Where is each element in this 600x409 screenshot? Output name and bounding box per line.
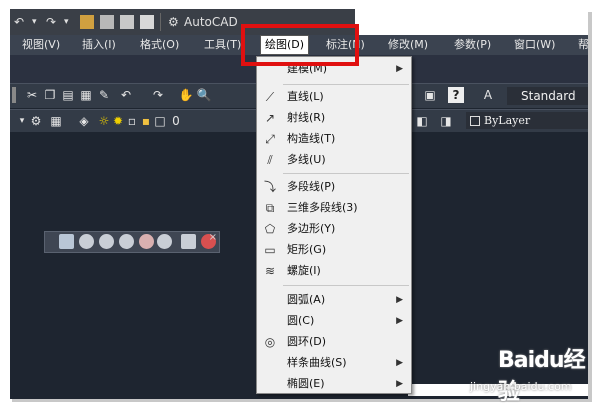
zoom-realtime-icon[interactable]: 🔍: [196, 87, 212, 103]
close-icon[interactable]: ×: [209, 232, 217, 243]
donut-icon: ◎: [264, 335, 276, 349]
menu-item-circle[interactable]: 圆(C) ▶: [257, 311, 411, 331]
paste-icon[interactable]: ▤: [60, 87, 76, 103]
title-bar-blank: [355, 9, 588, 35]
gear-icon[interactable]: ⚙: [168, 13, 179, 31]
menu-item-line[interactable]: ⟋ 直线(L): [257, 87, 411, 107]
floating-3d-toolbar[interactable]: ×: [44, 231, 220, 253]
grip-icon: [12, 87, 16, 103]
menu-item-polygon[interactable]: ⬠ 多边形(Y): [257, 219, 411, 239]
match-layer-icon[interactable]: ◧: [414, 113, 430, 129]
text-style-icon[interactable]: A: [480, 87, 496, 103]
menu-item-donut[interactable]: ◎ 圆环(D): [257, 332, 411, 352]
menu-parametric[interactable]: 参数(P): [454, 35, 491, 55]
free-orbit-icon[interactable]: [99, 234, 114, 249]
xline-icon: ⤢: [265, 132, 275, 146]
redo-icon[interactable]: ↷: [46, 13, 56, 31]
menu-modify[interactable]: 修改(M): [388, 35, 428, 55]
menu-item-3dpoly[interactable]: ⧉ 三维多段线(3): [257, 198, 411, 218]
menu-item-rectangle[interactable]: ▭ 矩形(G): [257, 240, 411, 260]
pan-icon[interactable]: ✋: [178, 87, 194, 103]
watermark-brand: Baidu经验: [498, 348, 586, 405]
toolbar-undo-icon[interactable]: ↶: [118, 87, 134, 103]
linetype-value: ByLayer: [484, 114, 531, 127]
redo-dropdown-icon[interactable]: ▾: [64, 13, 69, 31]
box-icon[interactable]: [181, 234, 196, 249]
submenu-arrow-icon: ▶: [396, 358, 403, 368]
camera-icon[interactable]: [139, 234, 154, 249]
undo-icon[interactable]: ↶: [14, 13, 24, 31]
color-square-icon[interactable]: □: [152, 113, 168, 129]
menu-separator: [283, 173, 409, 174]
current-layer-name[interactable]: 0: [168, 113, 184, 129]
viewcube-icon[interactable]: [59, 234, 74, 249]
qat-separator: [160, 13, 161, 31]
highlight-box: [241, 24, 359, 66]
cut-icon[interactable]: ✂: [24, 87, 40, 103]
menu-item-pline[interactable]: ⤵ 多段线(P): [257, 177, 411, 197]
linetype-select[interactable]: ByLayer: [466, 112, 588, 129]
layer-state-icon[interactable]: ◈: [76, 113, 92, 129]
toolbar-redo-icon[interactable]: ↷: [150, 87, 166, 103]
menu-format[interactable]: 格式(O): [140, 35, 179, 55]
menu-item-spline[interactable]: 样条曲线(S) ▶: [257, 353, 411, 373]
copy-icon[interactable]: ❐: [42, 87, 58, 103]
save-icon[interactable]: [80, 15, 94, 29]
calculator-icon[interactable]: ▣: [422, 87, 438, 103]
submenu-arrow-icon: ▶: [396, 295, 403, 305]
publish-icon[interactable]: [140, 15, 154, 29]
walk-icon[interactable]: [157, 234, 172, 249]
orbit-icon[interactable]: [79, 234, 94, 249]
rectangle-icon: ▭: [264, 243, 276, 257]
helix-icon: ≋: [264, 264, 276, 278]
menu-insert[interactable]: 插入(I): [82, 35, 116, 55]
help-icon[interactable]: ?: [448, 87, 464, 103]
3dpoly-icon: ⧉: [265, 201, 275, 215]
submenu-arrow-icon: ▶: [396, 316, 403, 326]
submenu-arrow-icon: ▶: [396, 379, 403, 389]
menu-item-helix[interactable]: ≋ 螺旋(I): [257, 261, 411, 281]
menu-separator: [283, 84, 409, 85]
undo-dropdown-icon[interactable]: ▾: [32, 13, 37, 31]
pline-icon: ⤵: [263, 180, 276, 194]
menu-tools[interactable]: 工具(T): [204, 35, 241, 55]
menu-view[interactable]: 视图(V): [22, 35, 60, 55]
paste-block-icon[interactable]: ▦: [78, 87, 94, 103]
previous-layer-icon[interactable]: ◨: [438, 113, 454, 129]
watermark-url: jingyan.baidu.com: [470, 380, 572, 393]
menu-item-mline[interactable]: ⫽ 多线(U): [257, 150, 411, 170]
polygon-icon: ⬠: [264, 222, 276, 236]
menu-item-arc[interactable]: 圆弧(A) ▶: [257, 290, 411, 310]
layer-manager-icon[interactable]: ▦: [48, 113, 64, 129]
app-title: AutoCAD: [184, 15, 238, 29]
menu-item-xline[interactable]: ⤢ 构造线(T): [257, 129, 411, 149]
continuous-orbit-icon[interactable]: [119, 234, 134, 249]
print-icon[interactable]: [100, 15, 114, 29]
mline-icon: ⫽: [267, 153, 273, 167]
menu-item-ellipse[interactable]: 椭圆(E) ▶: [257, 374, 411, 394]
match-properties-icon[interactable]: ✎: [96, 87, 112, 103]
menu-window[interactable]: 窗口(W): [514, 35, 555, 55]
text-style-select[interactable]: Standard: [507, 87, 588, 105]
plot-preview-icon[interactable]: [120, 15, 134, 29]
submenu-arrow-icon: ▶: [396, 64, 403, 74]
line-icon: ⟋: [265, 90, 275, 104]
baidu-watermark: Baidu经验 jingyan.baidu.com: [470, 340, 590, 405]
ray-icon: ↗: [264, 111, 276, 125]
workspace-gear-icon[interactable]: ⚙: [28, 113, 44, 129]
menu-item-ray[interactable]: ↗ 射线(R): [257, 108, 411, 128]
bylayer-swatch-icon: [470, 116, 480, 126]
menu-help[interactable]: 帮: [578, 35, 588, 55]
menu-separator: [283, 285, 409, 286]
draw-menu-dropdown: 建模(M) ▶ ⟋ 直线(L) ↗ 射线(R) ⤢ 构造线(T) ⫽ 多线(U)…: [256, 56, 412, 394]
